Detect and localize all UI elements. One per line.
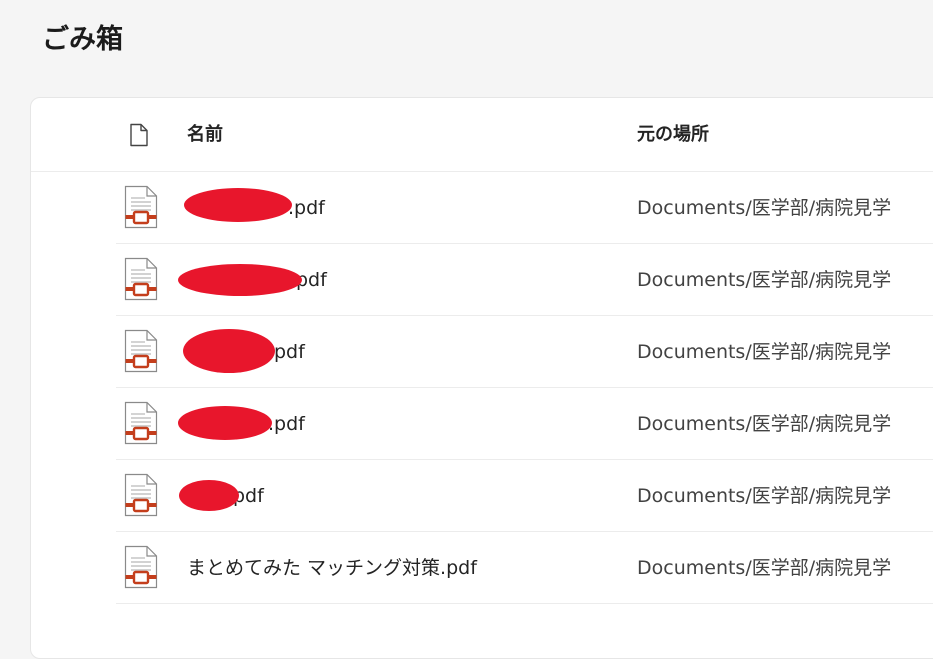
- pdf-file-icon: [124, 257, 158, 301]
- file-list: .pdf Documents/医学部/病院見学 pdf Documents/医学…: [31, 172, 933, 604]
- file-icon[interactable]: [129, 123, 149, 147]
- original-location: Documents/医学部/病院見学: [637, 269, 892, 291]
- table-row[interactable]: .pdf Documents/医学部/病院見学: [116, 172, 933, 244]
- trash-list-card: 名前 元の場所 .pdf Documents/医学部/病院見学 pdf Docu…: [30, 97, 933, 659]
- redaction-mark: [178, 264, 302, 296]
- original-location: Documents/医学部/病院見学: [637, 485, 892, 507]
- pdf-file-icon: [124, 545, 158, 589]
- redaction-mark: [179, 480, 239, 511]
- redaction-mark: [178, 406, 272, 440]
- page-title: ごみ箱: [42, 24, 123, 55]
- original-location: Documents/医学部/病院見学: [637, 197, 892, 219]
- file-name[interactable]: pdf: [274, 338, 305, 366]
- file-name[interactable]: .pdf: [288, 194, 325, 222]
- pdf-file-icon: [124, 473, 158, 517]
- column-header-name[interactable]: 名前: [187, 122, 223, 148]
- table-row[interactable]: pdf Documents/医学部/病院見学: [116, 316, 933, 388]
- pdf-file-icon: [124, 401, 158, 445]
- redaction-mark: [184, 188, 292, 222]
- table-row[interactable]: pdf Documents/医学部/病院見学: [116, 244, 933, 316]
- table-row[interactable]: pdf Documents/医学部/病院見学: [116, 460, 933, 532]
- pdf-file-icon: [124, 329, 158, 373]
- original-location: Documents/医学部/病院見学: [637, 341, 892, 363]
- pdf-file-icon: [124, 185, 158, 229]
- file-name[interactable]: .pdf: [268, 410, 305, 438]
- file-name[interactable]: まとめてみた マッチング対策.pdf: [187, 554, 477, 582]
- redaction-mark: [183, 329, 275, 373]
- table-row[interactable]: まとめてみた マッチング対策.pdf Documents/医学部/病院見学: [116, 532, 933, 604]
- table-row[interactable]: .pdf Documents/医学部/病院見学: [116, 388, 933, 460]
- original-location: Documents/医学部/病院見学: [637, 413, 892, 435]
- table-header: 名前 元の場所: [31, 98, 933, 172]
- original-location: Documents/医学部/病院見学: [637, 557, 892, 579]
- column-header-location[interactable]: 元の場所: [637, 122, 709, 148]
